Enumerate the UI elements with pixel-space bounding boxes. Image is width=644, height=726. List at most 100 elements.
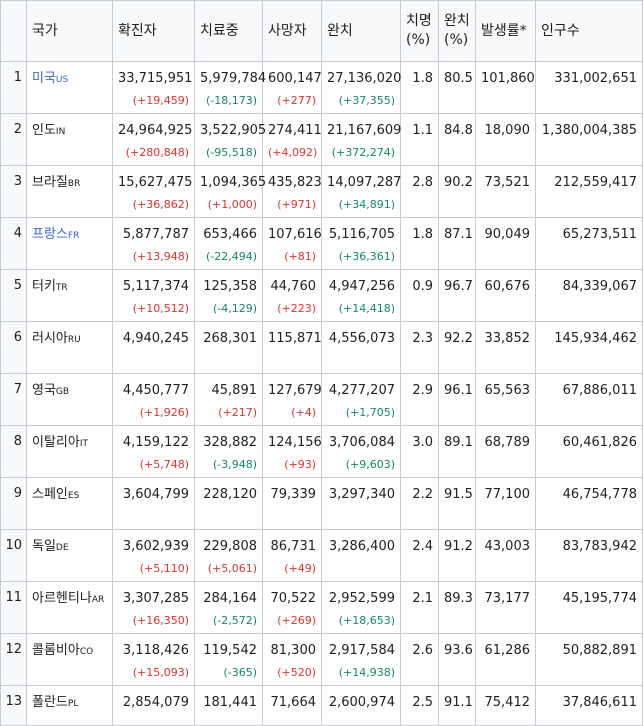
- incidence-cell: 73,521: [475, 165, 536, 218]
- confirmed-cell: 3,602,939 (+5,110): [112, 529, 195, 582]
- treating-cell: 653,466 (-22,494): [194, 217, 263, 270]
- recovered-delta: (+36,361): [338, 250, 395, 263]
- incidence-value: 43,003: [484, 539, 531, 554]
- incidence-cell: 60,676: [475, 269, 536, 322]
- recovered-delta: (+14,938): [338, 666, 395, 679]
- incidence-value: 77,100: [484, 487, 531, 502]
- confirmed-value: 5,877,787: [122, 227, 189, 242]
- treating-delta: (-365): [223, 666, 257, 679]
- treating-delta: (-95,518): [205, 146, 257, 159]
- population-cell: 145,934,462: [535, 321, 643, 374]
- confirmed-delta: (+5,110): [139, 562, 189, 575]
- confirmed-value: 4,159,122: [122, 435, 189, 450]
- deaths-value: 127,679: [268, 383, 322, 398]
- recovered-value: 4,556,073: [328, 331, 395, 346]
- deaths-cell: 79,339: [262, 477, 322, 530]
- confirmed-value: 2,854,079: [122, 695, 189, 710]
- confirmed-cell: 2,854,079: [112, 685, 195, 726]
- fatality-cell: 2.8: [400, 165, 439, 218]
- recovered-delta: (+9,603): [345, 458, 395, 471]
- rank-cell: 3: [0, 165, 27, 218]
- confirmed-value: 3,307,285: [122, 591, 189, 606]
- treating-value: 284,164: [203, 591, 257, 606]
- confirmed-delta: (+13,948): [132, 250, 189, 263]
- country-name[interactable]: 프랑스: [32, 227, 68, 242]
- country-cell[interactable]: 미국US: [26, 61, 113, 114]
- country-name: 아르헨티나: [32, 591, 92, 606]
- rank-cell: 5: [0, 269, 27, 322]
- country-header[interactable]: 국가: [26, 0, 113, 62]
- recovery-header[interactable]: 완치 (%): [438, 0, 476, 62]
- confirmed-cell: 4,940,245: [112, 321, 195, 374]
- deaths-value: 71,664: [270, 695, 317, 710]
- fatality-cell: 1.1: [400, 113, 439, 166]
- confirmed-cell: 3,307,285 (+16,350): [112, 581, 195, 634]
- recovery-value: 84.8: [444, 123, 473, 138]
- recovery-value: 89.3: [444, 591, 473, 606]
- country-code: GB: [55, 387, 70, 397]
- country-name: 영국: [32, 383, 56, 398]
- rank-number: 5: [13, 278, 22, 293]
- deaths-delta: (+93): [284, 458, 316, 471]
- recovered-cell: 4,947,256 (+14,418): [321, 269, 401, 322]
- country-name: 이탈리아: [32, 435, 80, 450]
- fatality-cell: 3.0: [400, 425, 439, 478]
- treating-delta: (+217): [218, 406, 257, 419]
- population-value: 67,886,011: [562, 383, 637, 398]
- fatality-value: 2.9: [412, 383, 433, 398]
- deaths-value: 115,871: [268, 331, 322, 346]
- population-cell: 331,002,651: [535, 61, 643, 114]
- recovered-delta: (+14,418): [338, 302, 395, 315]
- country-name: 폴란드: [32, 695, 68, 710]
- treating-header[interactable]: 치료중: [194, 0, 263, 62]
- confirmed-value: 4,940,245: [122, 331, 189, 346]
- deaths-value: 81,300: [270, 643, 317, 658]
- recovered-cell: 4,277,207 (+1,705): [321, 373, 401, 426]
- recovery-value: 80.5: [444, 71, 473, 86]
- deaths-header[interactable]: 사망자: [262, 0, 322, 62]
- population-value: 60,461,826: [562, 435, 637, 450]
- confirmed-cell: 15,627,475 (+36,862): [112, 165, 195, 218]
- confirmed-cell: 3,604,799: [112, 477, 195, 530]
- confirmed-delta: (+36,862): [132, 198, 189, 211]
- deaths-value: 107,616: [268, 227, 322, 242]
- table-row: 5 터키TR 5,117,374 (+10,512) 125,358 (-4,129) 44…: [0, 269, 643, 322]
- treating-cell: 284,164 (-2,572): [194, 581, 263, 634]
- incidence-value: 101,860: [481, 71, 535, 86]
- recovery-cell: 89.1: [438, 425, 476, 478]
- population-cell: 45,195,774: [535, 581, 643, 634]
- confirmed-header[interactable]: 확진자: [112, 0, 195, 62]
- fatality-value: 1.8: [412, 227, 433, 242]
- population-cell: 83,783,942: [535, 529, 643, 582]
- recovery-cell: 91.2: [438, 529, 476, 582]
- country-name[interactable]: 미국: [32, 71, 56, 86]
- deaths-cell: 107,616 (+81): [262, 217, 322, 270]
- recovered-delta: (+1,705): [345, 406, 395, 419]
- treating-cell: 119,542 (-365): [194, 633, 263, 686]
- confirmed-value: 3,118,426: [122, 643, 189, 658]
- recovery-cell: 87.1: [438, 217, 476, 270]
- population-value: 45,195,774: [562, 591, 637, 606]
- country-cell[interactable]: 프랑스FR: [26, 217, 113, 270]
- population-header[interactable]: 인구수: [535, 0, 643, 62]
- rank-number: 6: [13, 330, 22, 345]
- deaths-value: 124,156: [268, 435, 322, 450]
- country-code: PL: [67, 699, 79, 709]
- population-value: 65,273,511: [562, 227, 637, 242]
- recovered-header[interactable]: 완치: [321, 0, 401, 62]
- population-cell: 212,559,417: [535, 165, 643, 218]
- fatality-value: 2.6: [412, 643, 433, 658]
- deaths-cell: 70,522 (+269): [262, 581, 322, 634]
- recovered-value: 21,167,609: [327, 123, 402, 138]
- incidence-cell: 73,177: [475, 581, 536, 634]
- fatality-cell: 2.2: [400, 477, 439, 530]
- deaths-cell: 71,664: [262, 685, 322, 726]
- confirmed-cell: 5,877,787 (+13,948): [112, 217, 195, 270]
- deaths-value: 435,823: [268, 175, 322, 190]
- fatality-header[interactable]: 치명 (%): [400, 0, 439, 62]
- rank-cell: 10: [0, 529, 27, 582]
- fatality-value: 2.1: [412, 591, 433, 606]
- table-row: 13 폴란드PL 2,854,079 181,441 71,664 2,600,974 2.…: [0, 685, 643, 726]
- incidence-header[interactable]: 발생률*: [475, 0, 536, 62]
- incidence-cell: 18,090: [475, 113, 536, 166]
